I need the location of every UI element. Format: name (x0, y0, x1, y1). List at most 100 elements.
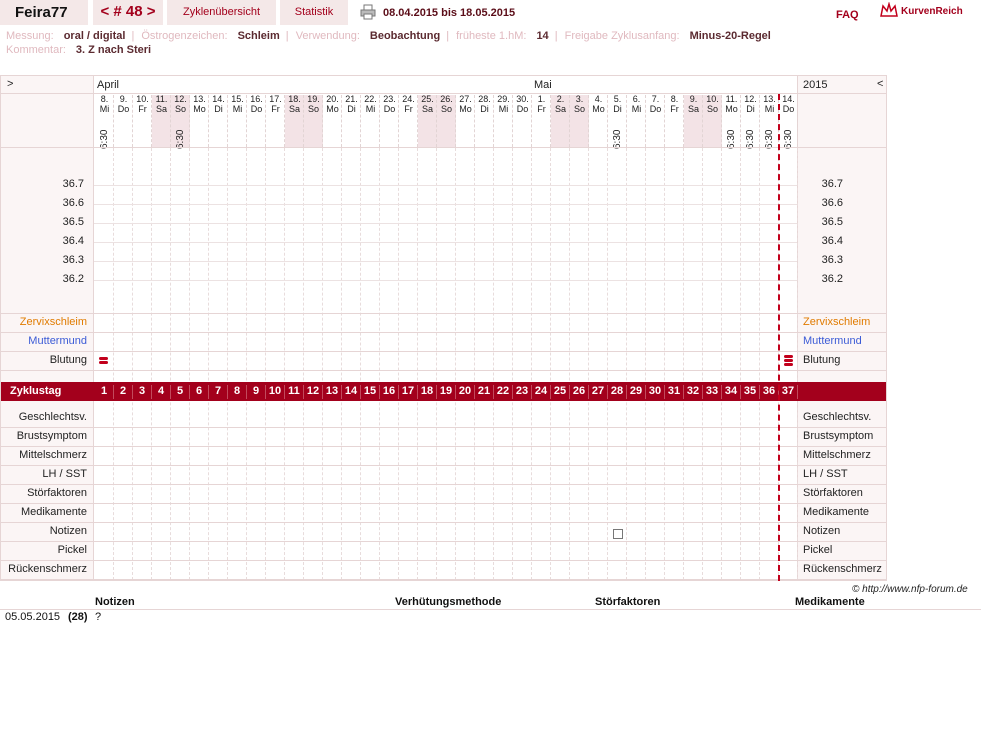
day-header-cell[interactable]: 30. Do (513, 95, 532, 147)
cycle-day-number[interactable]: 22 (494, 385, 513, 399)
cycle-day-number[interactable]: 11 (285, 385, 304, 399)
day-header-cell[interactable]: 1. Fr (532, 95, 551, 147)
copyright[interactable]: © http://www.nfp-forum.de (852, 584, 968, 595)
day-column[interactable] (380, 148, 399, 580)
cycle-day-number[interactable]: 21 (475, 385, 494, 399)
cycle-day-number[interactable]: 19 (437, 385, 456, 399)
day-header-cell[interactable]: 17. Fr (266, 95, 285, 147)
day-header-cell[interactable]: 22. Mi (361, 95, 380, 147)
day-column[interactable] (247, 148, 266, 580)
day-column[interactable] (323, 148, 342, 580)
day-header-cell[interactable]: 18. Sa (285, 95, 304, 147)
cycle-day-number[interactable]: 29 (627, 385, 646, 399)
day-header-cell[interactable]: 27. Mo (456, 95, 475, 147)
day-header-cell[interactable]: 9. Do (114, 95, 133, 147)
cycle-day-number[interactable]: 34 (722, 385, 741, 399)
day-header-cell[interactable]: 26. So (437, 95, 456, 147)
day-header-cell[interactable]: 25. Sa (418, 95, 437, 147)
day-header-cell[interactable]: 20. Mo (323, 95, 342, 147)
cycle-day-number[interactable]: 5 (171, 385, 190, 399)
day-header-cell[interactable]: 7. Do (646, 95, 665, 147)
day-header-cell[interactable]: 12. 6:30 So (171, 95, 190, 149)
cycle-day-number[interactable]: 1 (95, 385, 114, 399)
day-column[interactable] (95, 148, 114, 580)
day-header-cell[interactable]: 28. Di (475, 95, 494, 147)
day-header-cell[interactable]: 10. Fr (133, 95, 152, 147)
cycle-day-number[interactable]: 18 (418, 385, 437, 399)
day-column[interactable] (456, 148, 475, 580)
cycle-day-number[interactable]: 13 (323, 385, 342, 399)
day-column[interactable] (228, 148, 247, 580)
cycle-day-number[interactable]: 8 (228, 385, 247, 399)
cycle-day-number[interactable]: 15 (361, 385, 380, 399)
day-column[interactable] (475, 148, 494, 580)
day-header-cell[interactable]: 12. 6:30 Di (741, 95, 760, 149)
day-column[interactable] (342, 148, 361, 580)
day-column[interactable] (171, 148, 190, 580)
cycle-day-number[interactable]: 14 (342, 385, 361, 399)
day-header-cell[interactable]: 19. So (304, 95, 323, 147)
day-header-cell[interactable]: 13. 6:30 Mi (760, 95, 779, 149)
day-column[interactable] (399, 148, 418, 580)
day-column[interactable] (152, 148, 171, 580)
day-header-cell[interactable]: 15. Mi (228, 95, 247, 147)
day-header-cell[interactable]: 10. So (703, 95, 722, 147)
day-column[interactable] (703, 148, 722, 580)
cycle-day-number[interactable]: 27 (589, 385, 608, 399)
day-column[interactable] (665, 148, 684, 580)
cycle-day-number[interactable]: 37 (779, 385, 798, 399)
day-header-cell[interactable]: 24. Fr (399, 95, 418, 147)
day-header-cell[interactable]: 11. 6:30 Mo (722, 95, 741, 149)
cycle-navigator[interactable]: < # 48 > (93, 0, 163, 25)
day-header-cell[interactable]: 29. Mi (494, 95, 513, 147)
cycle-day-number[interactable]: 36 (760, 385, 779, 399)
cycle-day-number[interactable]: 9 (247, 385, 266, 399)
day-column[interactable] (608, 148, 627, 580)
cycle-day-number[interactable]: 25 (551, 385, 570, 399)
day-column[interactable] (437, 148, 456, 580)
day-column[interactable] (133, 148, 152, 580)
tab-statistics[interactable]: Statistik (280, 0, 348, 25)
day-column[interactable] (646, 148, 665, 580)
cycle-day-number[interactable]: 32 (684, 385, 703, 399)
cycle-day-number[interactable]: 31 (665, 385, 684, 399)
cycle-day-number[interactable]: 35 (741, 385, 760, 399)
day-column[interactable] (114, 148, 133, 580)
day-column[interactable] (304, 148, 323, 580)
day-column[interactable] (285, 148, 304, 580)
cycle-day-number[interactable]: 30 (646, 385, 665, 399)
day-header-cell[interactable]: 9. Sa (684, 95, 703, 147)
nav-prev[interactable]: > (7, 78, 13, 90)
cycle-day-number[interactable]: 24 (532, 385, 551, 399)
day-column[interactable] (190, 148, 209, 580)
day-header-cell[interactable]: 8. 6:30 Mi (95, 95, 114, 149)
day-column[interactable] (722, 148, 741, 580)
day-header-cell[interactable]: 4. Mo (589, 95, 608, 147)
nav-next[interactable]: < (877, 78, 883, 90)
printer-icon[interactable] (360, 4, 376, 20)
day-header-cell[interactable]: 21. Di (342, 95, 361, 147)
day-column[interactable] (589, 148, 608, 580)
day-column[interactable] (209, 148, 228, 580)
faq-link[interactable]: FAQ (836, 9, 859, 21)
day-header-cell[interactable]: 14. 6:30 Do (779, 95, 798, 149)
cycle-day-number[interactable]: 33 (703, 385, 722, 399)
cycle-day-number[interactable]: 10 (266, 385, 285, 399)
day-column[interactable] (266, 148, 285, 580)
day-column[interactable] (570, 148, 589, 580)
cycle-day-number[interactable]: 6 (190, 385, 209, 399)
cycle-day-number[interactable]: 26 (570, 385, 589, 399)
cycle-day-number[interactable]: 17 (399, 385, 418, 399)
cycle-day-number[interactable]: 2 (114, 385, 133, 399)
day-header-cell[interactable]: 11. Sa (152, 95, 171, 147)
logo[interactable]: KurvenReich (880, 1, 963, 18)
cycle-day-number[interactable]: 23 (513, 385, 532, 399)
cycle-day-number[interactable]: 4 (152, 385, 171, 399)
day-column[interactable] (760, 148, 779, 580)
day-header-cell[interactable]: 13. Mo (190, 95, 209, 147)
day-header-cell[interactable]: 14. Di (209, 95, 228, 147)
cycle-day-number[interactable]: 20 (456, 385, 475, 399)
day-column[interactable] (551, 148, 570, 580)
day-column[interactable] (627, 148, 646, 580)
cycle-day-number[interactable]: 3 (133, 385, 152, 399)
